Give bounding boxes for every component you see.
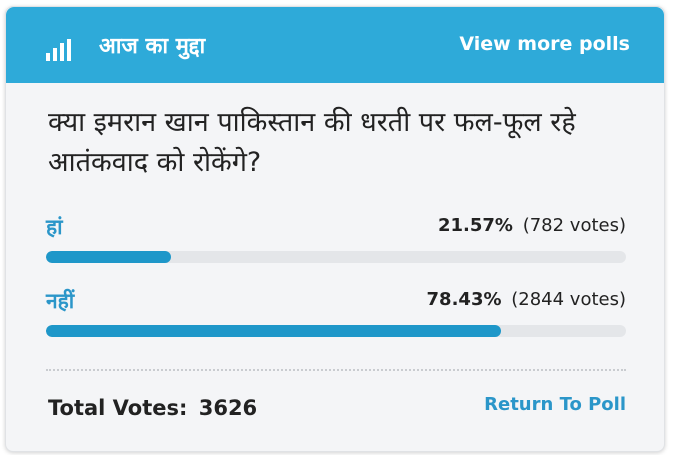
poll-section-title: आज का मुद्दा	[99, 34, 206, 59]
progress-fill	[46, 325, 501, 337]
option-stats: 21.57% (782 votes)	[438, 215, 626, 236]
poll-option-yes: हां 21.57% (782 votes)	[46, 213, 626, 273]
total-votes-label: Total Votes:	[48, 396, 188, 420]
poll-question: क्या इमरान खान पाकिस्तान की धरती पर फल-फ…	[48, 107, 576, 178]
poll-card: आज का मुद्दा View more polls क्या इमरान …	[5, 6, 665, 452]
progress-track	[46, 251, 626, 263]
poll-option-no: नहीं 78.43% (2844 votes)	[46, 287, 626, 347]
total-votes: Total Votes: 3626	[48, 396, 257, 420]
option-label: नहीं	[46, 289, 75, 313]
option-label: हां	[46, 215, 63, 239]
option-votes: (782 votes)	[522, 215, 626, 236]
dotted-divider	[46, 369, 626, 371]
progress-fill	[46, 251, 172, 263]
option-stats: 78.43% (2844 votes)	[427, 289, 626, 310]
option-votes: (2844 votes)	[511, 289, 626, 310]
progress-track	[46, 325, 626, 337]
view-more-polls-link[interactable]: View more polls	[459, 33, 630, 55]
total-votes-value: 3626	[198, 396, 258, 420]
option-percent: 21.57%	[437, 215, 513, 236]
bar-chart-icon	[46, 39, 71, 61]
return-to-poll-link[interactable]: Return To Poll	[484, 394, 626, 415]
poll-header: आज का मुद्दा View more polls	[6, 7, 664, 83]
option-percent: 78.43%	[426, 289, 502, 310]
